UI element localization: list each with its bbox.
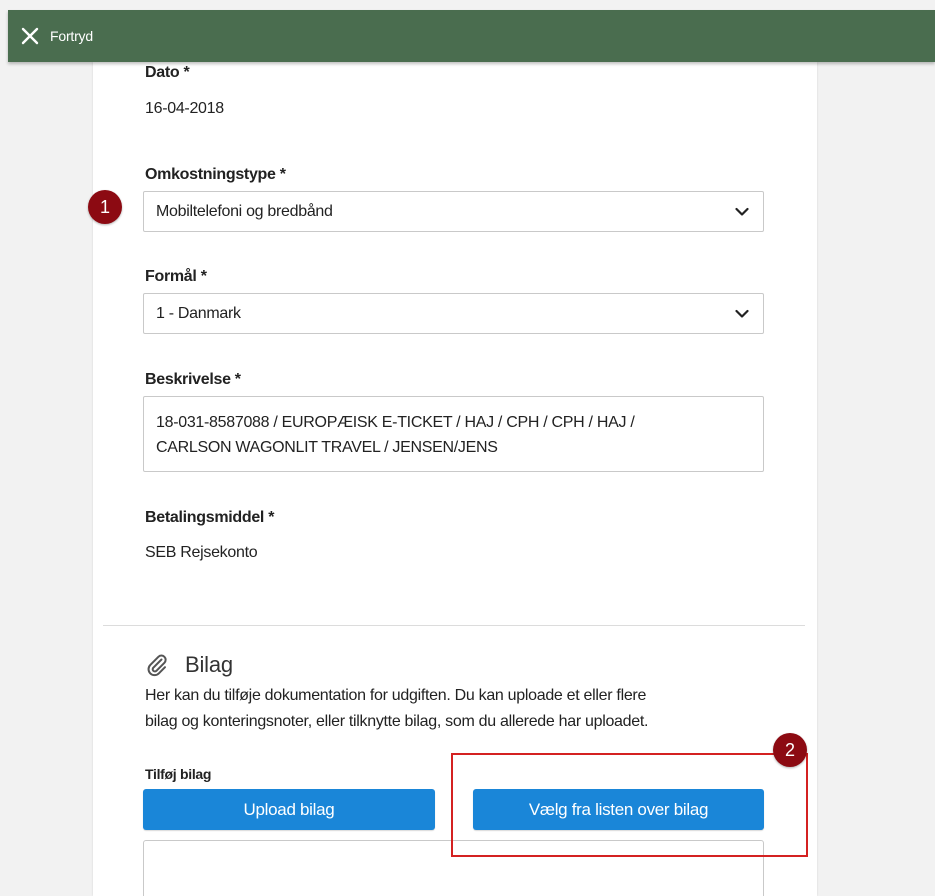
- bilag-header: Bilag: [145, 652, 233, 678]
- formaal-select[interactable]: 1 - Danmark: [143, 293, 764, 334]
- tilfoej-bilag-label: Tilføj bilag: [145, 766, 212, 782]
- top-bar: Fortryd: [8, 10, 935, 62]
- omkostningstype-label: Omkostningstype *: [145, 166, 286, 183]
- paperclip-icon: [147, 654, 167, 677]
- beskrivelse-textarea[interactable]: 18-031-8587088 / EUROPÆISK E-TICKET / HA…: [143, 396, 764, 472]
- dato-label: Dato *: [145, 64, 190, 81]
- annotation-badge-2: 2: [773, 733, 807, 767]
- choose-from-list-button[interactable]: Vælg fra listen over bilag: [473, 789, 764, 830]
- formaal-label: Formål *: [145, 268, 207, 285]
- expense-form-card: Dato * 16-04-2018 Omkostningstype * Mobi…: [93, 62, 817, 896]
- dato-value: 16-04-2018: [145, 100, 224, 117]
- beskrivelse-line-1: 18-031-8587088 / EUROPÆISK E-TICKET / HA…: [156, 414, 635, 431]
- close-icon: [21, 27, 39, 45]
- betalingsmiddel-label: Betalingsmiddel *: [145, 509, 275, 526]
- upload-bilag-button[interactable]: Upload bilag: [143, 789, 435, 830]
- section-divider: [103, 625, 805, 626]
- bilag-description: Her kan du tilføje dokumentation for udg…: [145, 683, 785, 735]
- betalingsmiddel-value: SEB Rejsekonto: [145, 544, 258, 561]
- bilag-title: Bilag: [185, 652, 233, 677]
- formaal-value: 1 - Danmark: [156, 304, 241, 322]
- beskrivelse-label: Beskrivelse *: [145, 371, 241, 388]
- chevron-down-icon: [735, 207, 749, 216]
- bilag-description-line-2: bilag og konteringsnoter, eller tilknytt…: [145, 713, 649, 730]
- attachment-drop-area[interactable]: [143, 840, 764, 896]
- annotation-badge-1: 1: [88, 190, 122, 224]
- chevron-down-icon: [735, 309, 749, 318]
- omkostningstype-value: Mobiltelefoni og bredbånd: [156, 202, 333, 220]
- bilag-description-line-1: Her kan du tilføje dokumentation for udg…: [145, 687, 647, 704]
- cancel-label: Fortryd: [50, 28, 93, 44]
- cancel-button[interactable]: Fortryd: [8, 10, 93, 62]
- beskrivelse-line-2: CARLSON WAGONLIT TRAVEL / JENSEN/JENS: [156, 439, 498, 456]
- omkostningstype-select[interactable]: Mobiltelefoni og bredbånd: [143, 191, 764, 232]
